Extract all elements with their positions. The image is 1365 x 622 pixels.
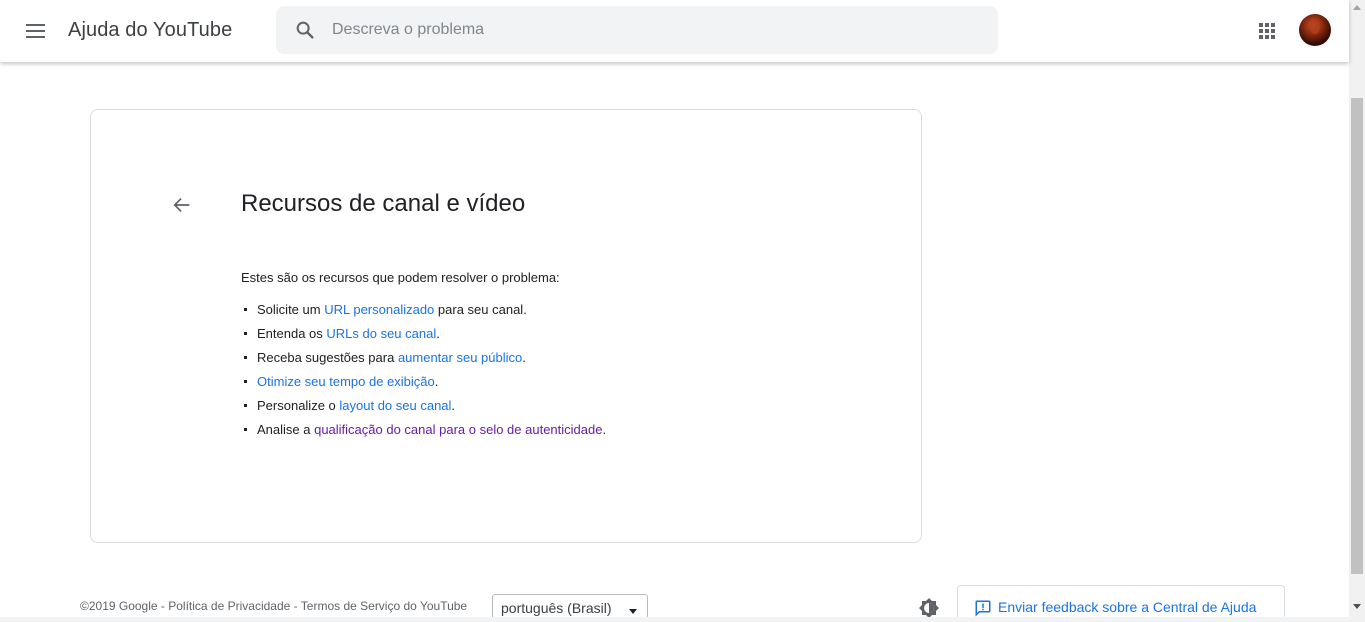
- search-icon[interactable]: [294, 19, 316, 41]
- page-scrollbar[interactable]: [1349, 0, 1365, 622]
- dropdown-caret-icon: [629, 609, 637, 614]
- search-bar[interactable]: [276, 6, 998, 54]
- footer-links: ©2019 Google - Política de Privacidade -…: [80, 599, 467, 613]
- resource-link[interactable]: Otimize seu tempo de exibição: [257, 374, 435, 389]
- list-item-text: .: [602, 422, 607, 437]
- resource-link[interactable]: layout do seu canal: [339, 398, 451, 413]
- bullet-dot: [244, 332, 247, 335]
- list-item-text: .: [436, 326, 440, 341]
- list-item-text: Entenda os: [257, 326, 327, 341]
- list-item: Personalize o layout do seu canal.: [241, 397, 606, 421]
- send-feedback-label: Enviar feedback sobre a Central de Ajuda: [998, 599, 1257, 615]
- list-item-text: Receba sugestões para: [257, 350, 398, 365]
- list-item-text: .: [522, 350, 526, 365]
- footer-separator: -: [157, 599, 169, 613]
- resource-link[interactable]: qualificação do canal para o selo de aut…: [314, 422, 602, 437]
- list-item-text: Solicite um: [257, 302, 325, 317]
- list-item: Entenda os URLs do seu canal.: [241, 325, 606, 349]
- bullet-dot: [244, 380, 247, 383]
- scroll-down-arrow-icon[interactable]: [1353, 604, 1361, 609]
- bullet-dot: [244, 308, 247, 311]
- main-menu-button[interactable]: [22, 17, 50, 45]
- hamburger-menu-icon-bar: [26, 36, 45, 38]
- bullet-dot: [244, 428, 247, 431]
- search-input[interactable]: [332, 6, 972, 54]
- bullet-dot: [244, 404, 247, 407]
- top-app-bar: Ajuda do YouTube: [0, 0, 1349, 62]
- list-item-text: para seu canal.: [434, 302, 527, 317]
- language-selected-value: português (Brasil): [501, 600, 612, 616]
- app-title[interactable]: Ajuda do YouTube: [68, 19, 232, 42]
- list-item: Analise a qualificação do canal para o s…: [241, 421, 606, 445]
- intro-text: Estes são os recursos que podem resolver…: [241, 270, 560, 285]
- list-item: Receba sugestões para aumentar seu públi…: [241, 349, 606, 373]
- bullet-dot: [244, 356, 247, 359]
- list-item-text: Personalize o: [257, 398, 340, 413]
- apps-grid-icon[interactable]: [1255, 19, 1279, 43]
- account-avatar[interactable]: [1299, 14, 1331, 46]
- list-item: Solicite um URL personalizado para seu c…: [241, 301, 606, 325]
- terms-of-service-link[interactable]: Termos de Serviço do YouTube: [301, 599, 467, 613]
- resources-card: Recursos de canal e vídeo Estes são os r…: [90, 109, 922, 543]
- scroll-up-arrow-icon[interactable]: [1353, 5, 1361, 10]
- page-bottom-divider: [0, 617, 1349, 622]
- page-title: Recursos de canal e vídeo: [241, 190, 526, 217]
- scrollbar-thumb[interactable]: [1351, 98, 1363, 574]
- arrow-back-icon[interactable]: [171, 194, 193, 216]
- list-item: Otimize seu tempo de exibição.: [241, 373, 606, 397]
- resource-link[interactable]: URL personalizado: [324, 302, 434, 317]
- footer-separator: -: [290, 599, 301, 613]
- resource-link[interactable]: URLs do seu canal: [326, 326, 436, 341]
- copyright-text: ©2019 Google: [80, 599, 158, 613]
- hamburger-menu-icon-bar: [26, 30, 45, 32]
- resources-list: Solicite um URL personalizado para seu c…: [241, 301, 606, 445]
- list-item-text: .: [451, 398, 456, 413]
- privacy-policy-link[interactable]: Política de Privacidade: [168, 599, 290, 613]
- list-item-text: Analise a: [257, 422, 315, 437]
- feedback-icon: [975, 600, 991, 617]
- list-item-text: .: [434, 374, 439, 389]
- resource-link[interactable]: aumentar seu público: [398, 350, 522, 365]
- hamburger-menu-icon: [26, 24, 45, 26]
